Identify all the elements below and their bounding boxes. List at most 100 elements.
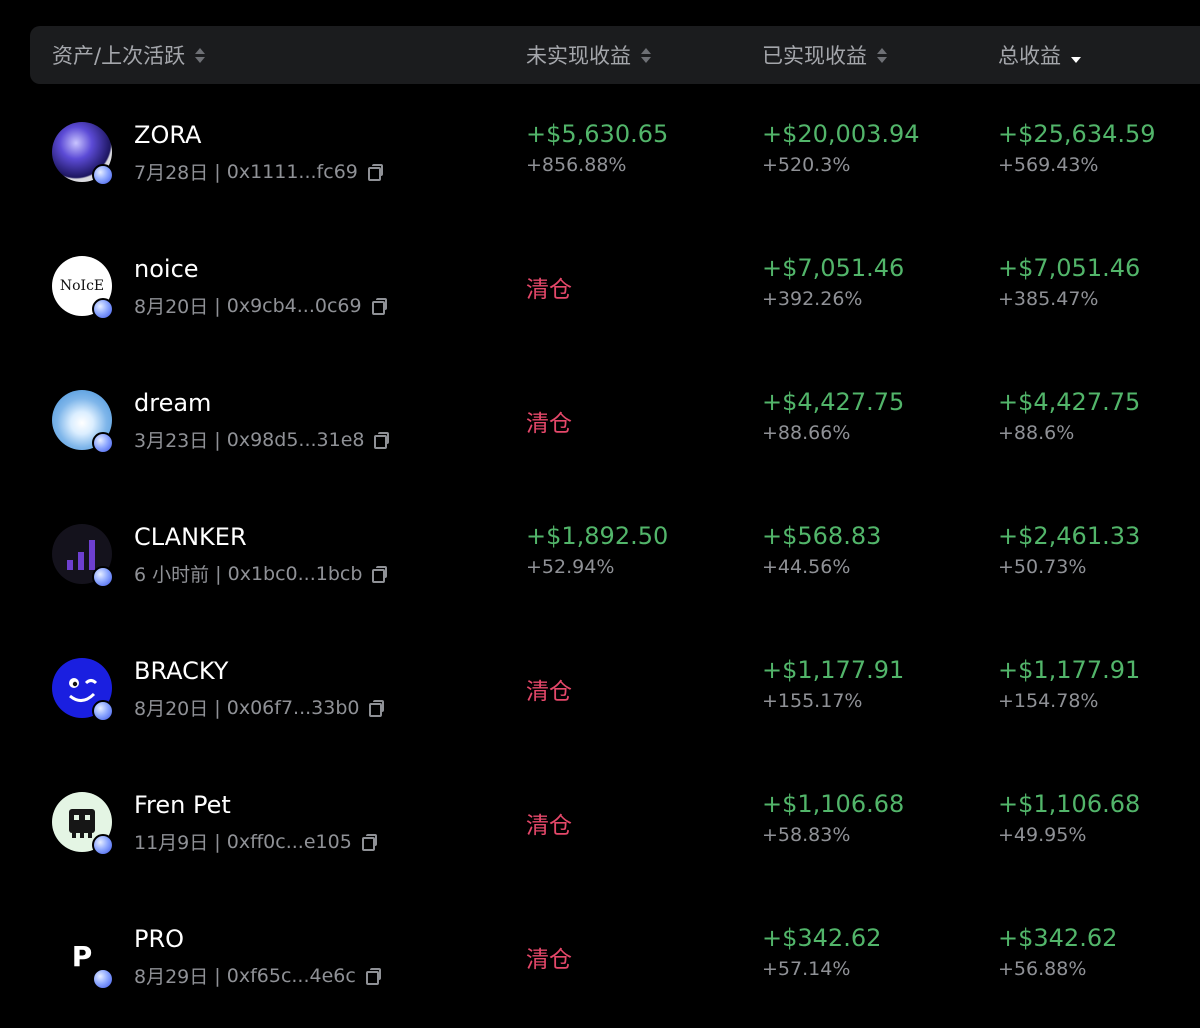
column-header-total[interactable]: 总收益 xyxy=(998,26,1081,84)
total-percent: +56.88% xyxy=(998,958,1087,980)
total-value: +$1,177.91 xyxy=(998,656,1141,684)
realized-percent: +155.17% xyxy=(762,690,863,712)
cleared-status: 清仓 xyxy=(526,947,572,973)
realized-value: +$7,051.46 xyxy=(762,254,905,282)
last-active-date: 11月9日 xyxy=(134,832,209,854)
last-active-date: 6 小时前 xyxy=(134,564,210,586)
realized-percent: +57.14% xyxy=(762,958,851,980)
realized-value: +$20,003.94 xyxy=(762,120,920,148)
sort-icon[interactable] xyxy=(877,47,887,63)
cleared-status: 清仓 xyxy=(526,411,572,437)
realized-percent: +392.26% xyxy=(762,288,863,310)
cleared-status: 清仓 xyxy=(526,813,572,839)
copy-icon[interactable] xyxy=(365,968,381,985)
asset-name[interactable]: PRO xyxy=(134,925,184,953)
sort-icon[interactable] xyxy=(641,47,651,63)
realized-value: +$1,106.68 xyxy=(762,790,905,818)
wallet-address: 0x98d5...31e8 xyxy=(226,428,365,451)
copy-icon[interactable] xyxy=(374,432,390,449)
copy-icon[interactable] xyxy=(371,298,387,315)
last-active-date: 7月28日 xyxy=(134,162,209,184)
table-row[interactable]: BRACKY 8月20日 | 0x06f7...33b0 清仓 +$1,177.… xyxy=(0,624,1200,758)
chain-badge-icon xyxy=(92,164,114,186)
wallet-address: 0x06f7...33b0 xyxy=(226,696,360,719)
table-row[interactable]: ZORA 7月28日 | 0x1111...fc69 +$5,630.65 +8… xyxy=(0,88,1200,222)
chain-badge-icon xyxy=(92,432,114,454)
asset-meta: 8月20日 | 0x06f7...33b0 xyxy=(134,694,385,721)
asset-name[interactable]: ZORA xyxy=(134,121,201,149)
wallet-address: 0xf65c...4e6c xyxy=(226,964,356,987)
wallet-address: 0x1bc0...1bcb xyxy=(227,562,363,585)
table-row[interactable]: CLANKER 6 小时前 | 0x1bc0...1bcb +$1,892.50… xyxy=(0,490,1200,624)
wallet-address: 0x9cb4...0c69 xyxy=(226,294,362,317)
copy-icon[interactable] xyxy=(369,700,385,717)
asset-meta: 8月20日 | 0x9cb4...0c69 xyxy=(134,292,387,319)
unrealized-percent: +52.94% xyxy=(526,556,615,578)
asset-name[interactable]: BRACKY xyxy=(134,657,228,685)
asset-name[interactable]: dream xyxy=(134,389,211,417)
total-percent: +154.78% xyxy=(998,690,1099,712)
total-percent: +50.73% xyxy=(998,556,1087,578)
copy-icon[interactable] xyxy=(367,164,383,181)
column-header-asset[interactable]: 资产/上次活跃 xyxy=(52,26,206,84)
asset-meta: 7月28日 | 0x1111...fc69 xyxy=(134,158,383,185)
asset-meta: 6 小时前 | 0x1bc0...1bcb xyxy=(134,560,388,587)
copy-icon[interactable] xyxy=(361,834,377,851)
chain-badge-icon xyxy=(92,700,114,722)
cleared-status: 清仓 xyxy=(526,679,572,705)
realized-value: +$1,177.91 xyxy=(762,656,905,684)
table-row[interactable]: Fren Pet 11月9日 | 0xff0c...e105 清仓 +$1,10… xyxy=(0,758,1200,892)
asset-meta: 8月29日 | 0xf65c...4e6c xyxy=(134,962,381,989)
pnl-table: 资产/上次活跃 未实现收益 已实现收益 总收益 ZORA 7月28日 | 0x1… xyxy=(0,0,1200,1028)
table-header: 资产/上次活跃 未实现收益 已实现收益 总收益 xyxy=(30,26,1200,84)
chain-badge-icon xyxy=(92,298,114,320)
total-percent: +49.95% xyxy=(998,824,1087,846)
realized-percent: +58.83% xyxy=(762,824,851,846)
table-row[interactable]: P PRO 8月29日 | 0xf65c...4e6c 清仓 +$342.62 … xyxy=(0,892,1200,1026)
last-active-date: 8月20日 xyxy=(134,296,209,318)
realized-percent: +520.3% xyxy=(762,154,851,176)
chain-badge-icon xyxy=(92,834,114,856)
last-active-date: 8月20日 xyxy=(134,698,209,720)
realized-value: +$4,427.75 xyxy=(762,388,905,416)
wallet-address: 0x1111...fc69 xyxy=(226,160,358,183)
table-row[interactable]: dream 3月23日 | 0x98d5...31e8 清仓 +$4,427.7… xyxy=(0,356,1200,490)
total-percent: +385.47% xyxy=(998,288,1099,310)
chain-badge-icon xyxy=(92,968,114,990)
realized-percent: +44.56% xyxy=(762,556,851,578)
last-active-date: 3月23日 xyxy=(134,430,209,452)
total-value: +$2,461.33 xyxy=(998,522,1141,550)
cleared-status: 清仓 xyxy=(526,277,572,303)
asset-name[interactable]: Fren Pet xyxy=(134,791,231,819)
wallet-address: 0xff0c...e105 xyxy=(226,830,352,853)
chain-badge-icon xyxy=(92,566,114,588)
realized-value: +$342.62 xyxy=(762,924,882,952)
sort-icon[interactable] xyxy=(195,47,206,63)
unrealized-value: +$5,630.65 xyxy=(526,120,669,148)
total-percent: +88.6% xyxy=(998,422,1075,444)
asset-name[interactable]: noice xyxy=(134,255,199,283)
last-active-date: 8月29日 xyxy=(134,966,209,988)
total-value: +$4,427.75 xyxy=(998,388,1141,416)
asset-name[interactable]: CLANKER xyxy=(134,523,247,551)
asset-meta: 11月9日 | 0xff0c...e105 xyxy=(134,828,377,855)
table-row[interactable]: NoIcE noice 8月20日 | 0x9cb4...0c69 清仓 +$7… xyxy=(0,222,1200,356)
column-header-unrealized[interactable]: 未实现收益 xyxy=(526,26,651,84)
unrealized-value: +$1,892.50 xyxy=(526,522,669,550)
total-value: +$25,634.59 xyxy=(998,120,1156,148)
total-value: +$342.62 xyxy=(998,924,1118,952)
column-header-asset-label: 资产/上次活跃 xyxy=(52,44,186,68)
column-header-realized-label: 已实现收益 xyxy=(762,44,867,68)
asset-meta: 3月23日 | 0x98d5...31e8 xyxy=(134,426,390,453)
column-header-unrealized-label: 未实现收益 xyxy=(526,44,631,68)
realized-percent: +88.66% xyxy=(762,422,851,444)
column-header-total-label: 总收益 xyxy=(998,44,1061,68)
total-percent: +569.43% xyxy=(998,154,1099,176)
column-header-realized[interactable]: 已实现收益 xyxy=(762,26,887,84)
copy-icon[interactable] xyxy=(372,566,388,583)
unrealized-percent: +856.88% xyxy=(526,154,627,176)
total-value: +$1,106.68 xyxy=(998,790,1141,818)
realized-value: +$568.83 xyxy=(762,522,882,550)
total-value: +$7,051.46 xyxy=(998,254,1141,282)
sort-desc-icon[interactable] xyxy=(1071,48,1081,63)
